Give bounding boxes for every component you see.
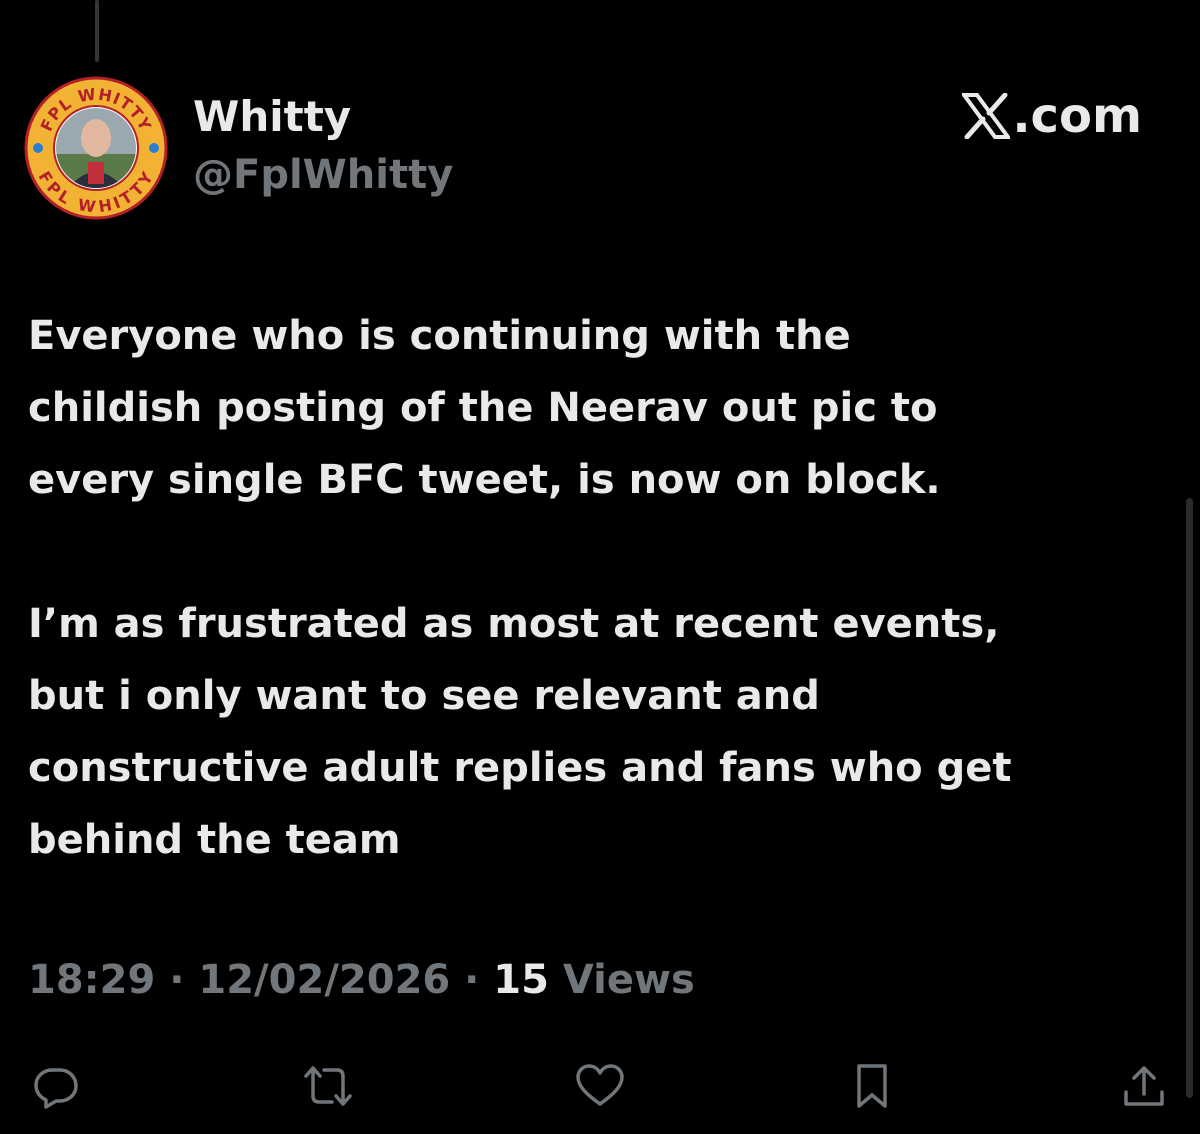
tweet-meta: 18:29 · 12/02/2026 · 15 Views <box>28 950 695 1010</box>
meta-separator: · <box>155 957 199 1003</box>
x-logo-icon <box>962 93 1011 139</box>
scrollbar[interactable] <box>1186 498 1193 1098</box>
views-label: Views <box>548 957 695 1003</box>
post-date[interactable]: 12/02/2026 <box>198 957 450 1003</box>
brand-text: .com <box>1012 88 1142 144</box>
author-handle[interactable]: @FplWhitty <box>193 150 453 200</box>
bookmark-icon <box>857 1064 887 1108</box>
thread-connector-line <box>95 0 99 62</box>
views-count: 15 <box>493 957 549 1003</box>
repost-button[interactable] <box>296 1054 360 1118</box>
share-icon <box>1124 1066 1164 1106</box>
avatar-badge: FPL WHITTY FPL WHITTY <box>24 76 168 220</box>
share-button[interactable] <box>1112 1054 1176 1118</box>
action-bar <box>0 1054 1200 1118</box>
tweet-paragraph: I’m as frustrated as most at recent even… <box>28 601 1012 863</box>
bookmark-button[interactable] <box>840 1054 904 1118</box>
like-button[interactable] <box>568 1054 632 1118</box>
heart-icon <box>576 1064 624 1106</box>
meta-separator: · <box>450 957 494 1003</box>
repost-icon <box>304 1066 352 1106</box>
reply-button[interactable] <box>24 1054 88 1118</box>
tweet-text: Everyone who is continuing with the chil… <box>28 300 1178 876</box>
avatar[interactable]: FPL WHITTY FPL WHITTY <box>24 76 168 220</box>
author-name[interactable]: Whitty <box>193 92 351 142</box>
brand-watermark: .com <box>962 88 1142 144</box>
post-time[interactable]: 18:29 <box>28 957 155 1003</box>
tweet-paragraph: Everyone who is continuing with the chil… <box>28 313 941 503</box>
reply-icon <box>34 1068 78 1109</box>
